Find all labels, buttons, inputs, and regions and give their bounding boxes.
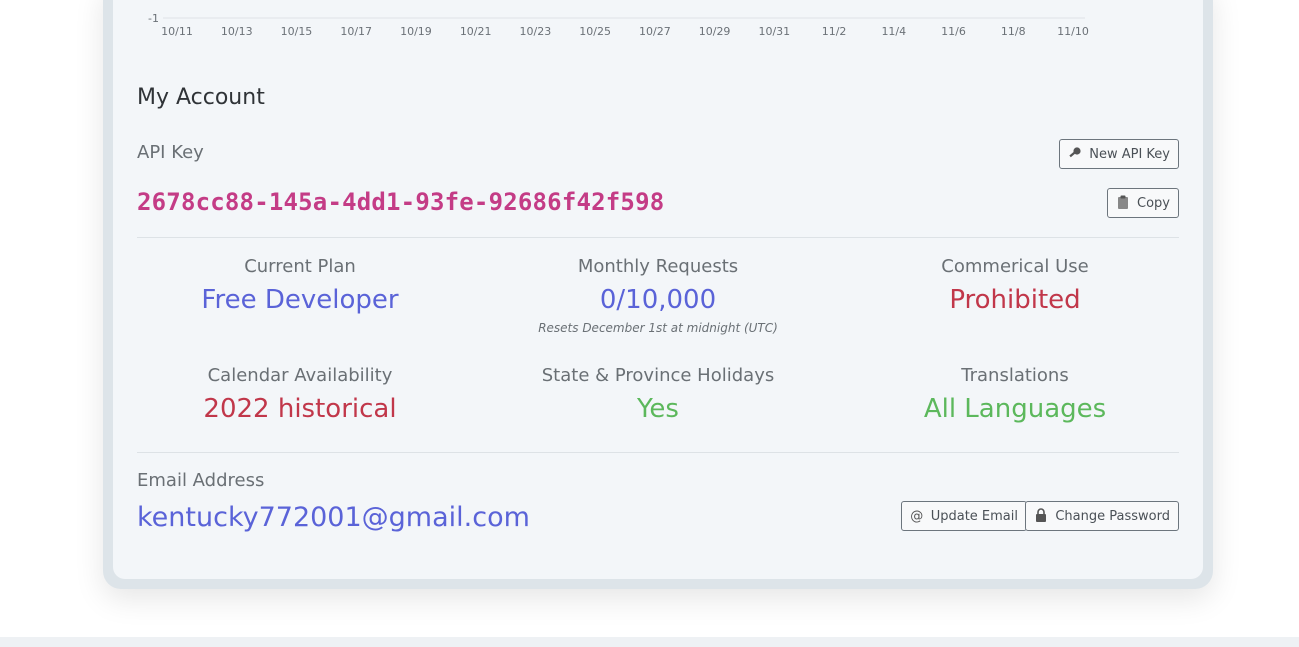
x-tick-label: 10/31 (758, 25, 790, 38)
x-tick-label: 10/25 (579, 25, 611, 38)
usage-chart: -110/11 10/13 10/15 10/17 10/19 10/21 10/23 10/… (148, 12, 1089, 38)
account-card-body: -1 10/11 10/13 10/15 10/17 10/19 10/21 10/23 10/… (113, 0, 1203, 579)
stat-value: 2022 historical (203, 394, 397, 424)
stat-translations: Translations All Languages (850, 365, 1180, 424)
stat-value: 0/10,000 (599, 285, 717, 315)
stat-current-plan: Current Plan Free Developer (135, 256, 465, 315)
stat-label: Translations (961, 365, 1069, 386)
stat-commercial-use: Commerical Use Prohibited (850, 256, 1180, 315)
x-tick-label: 10/21 (460, 25, 492, 38)
x-tick-label: 10/29 (699, 25, 731, 38)
section-title-my-account: My Account (137, 85, 265, 110)
stat-calendar-availability: Calendar Availability 2022 historical (135, 365, 465, 424)
x-tick-label: 10/17 (340, 25, 372, 38)
stat-note: Resets December 1st at midnight (UTC) (538, 321, 778, 335)
x-tick-label: 11/6 (941, 25, 966, 38)
divider (137, 237, 1179, 238)
x-tick-label: 11/8 (1001, 25, 1026, 38)
stat-value: Prohibited (949, 285, 1081, 315)
stat-label: Monthly Requests (577, 256, 739, 277)
update-email-button[interactable]: @ Update Email (900, 501, 1027, 531)
stat-state-holidays: State & Province Holidays Yes (493, 365, 823, 424)
divider (137, 452, 1179, 453)
at-icon: @ (910, 508, 924, 524)
account-card: -1 10/11 10/13 10/15 10/17 10/19 10/21 10/23 10/… (103, 0, 1213, 589)
key-icon (1068, 146, 1082, 163)
x-tick-label: 11/4 (881, 25, 906, 38)
lock-icon (1034, 507, 1048, 525)
x-tick-label: 10/23 (520, 25, 552, 38)
stat-value: All Languages (923, 394, 1107, 424)
change-password-label: Change Password (1055, 508, 1170, 524)
stat-value: Yes (637, 394, 679, 424)
copy-label: Copy (1137, 195, 1170, 211)
page-footer-band (0, 637, 1299, 647)
new-api-key-button[interactable]: New API Key (1059, 139, 1179, 169)
x-tick-label: 10/27 (639, 25, 671, 38)
usage-chart-axis: -1 10/11 10/13 10/15 10/17 10/19 10/21 10/23 10/… (113, 0, 1203, 50)
stat-label: Current Plan (244, 256, 356, 277)
x-tick-label: 10/13 (221, 25, 253, 38)
stat-monthly-requests: Monthly Requests 0/10,000 Resets Decembe… (493, 256, 823, 335)
new-api-key-label: New API Key (1089, 146, 1170, 162)
stat-label: Commerical Use (941, 256, 1089, 277)
x-tick-label: 11/2 (822, 25, 847, 38)
copy-api-key-button[interactable]: Copy (1107, 188, 1179, 218)
update-email-label: Update Email (930, 508, 1018, 524)
clipboard-icon (1116, 195, 1130, 212)
stat-label: Calendar Availability (207, 365, 393, 386)
x-tick-label: 10/11 (161, 25, 193, 38)
y-tick-label: -1 (148, 12, 159, 25)
x-tick-label: 10/15 (281, 25, 313, 38)
change-password-button[interactable]: Change Password (1025, 501, 1179, 531)
stat-value: Free Developer (201, 285, 399, 315)
x-tick-label: 10/19 (400, 25, 432, 38)
x-tick-label: 11/10 (1057, 25, 1089, 38)
stat-label: State & Province Holidays (541, 365, 775, 386)
api-key-label: API Key (137, 142, 204, 163)
email-label: Email Address (137, 470, 265, 491)
api-key-value: 2678cc88-145a-4dd1-93fe-92686f42f598 (137, 188, 665, 216)
email-value: kentucky772001@gmail.com (137, 502, 530, 533)
